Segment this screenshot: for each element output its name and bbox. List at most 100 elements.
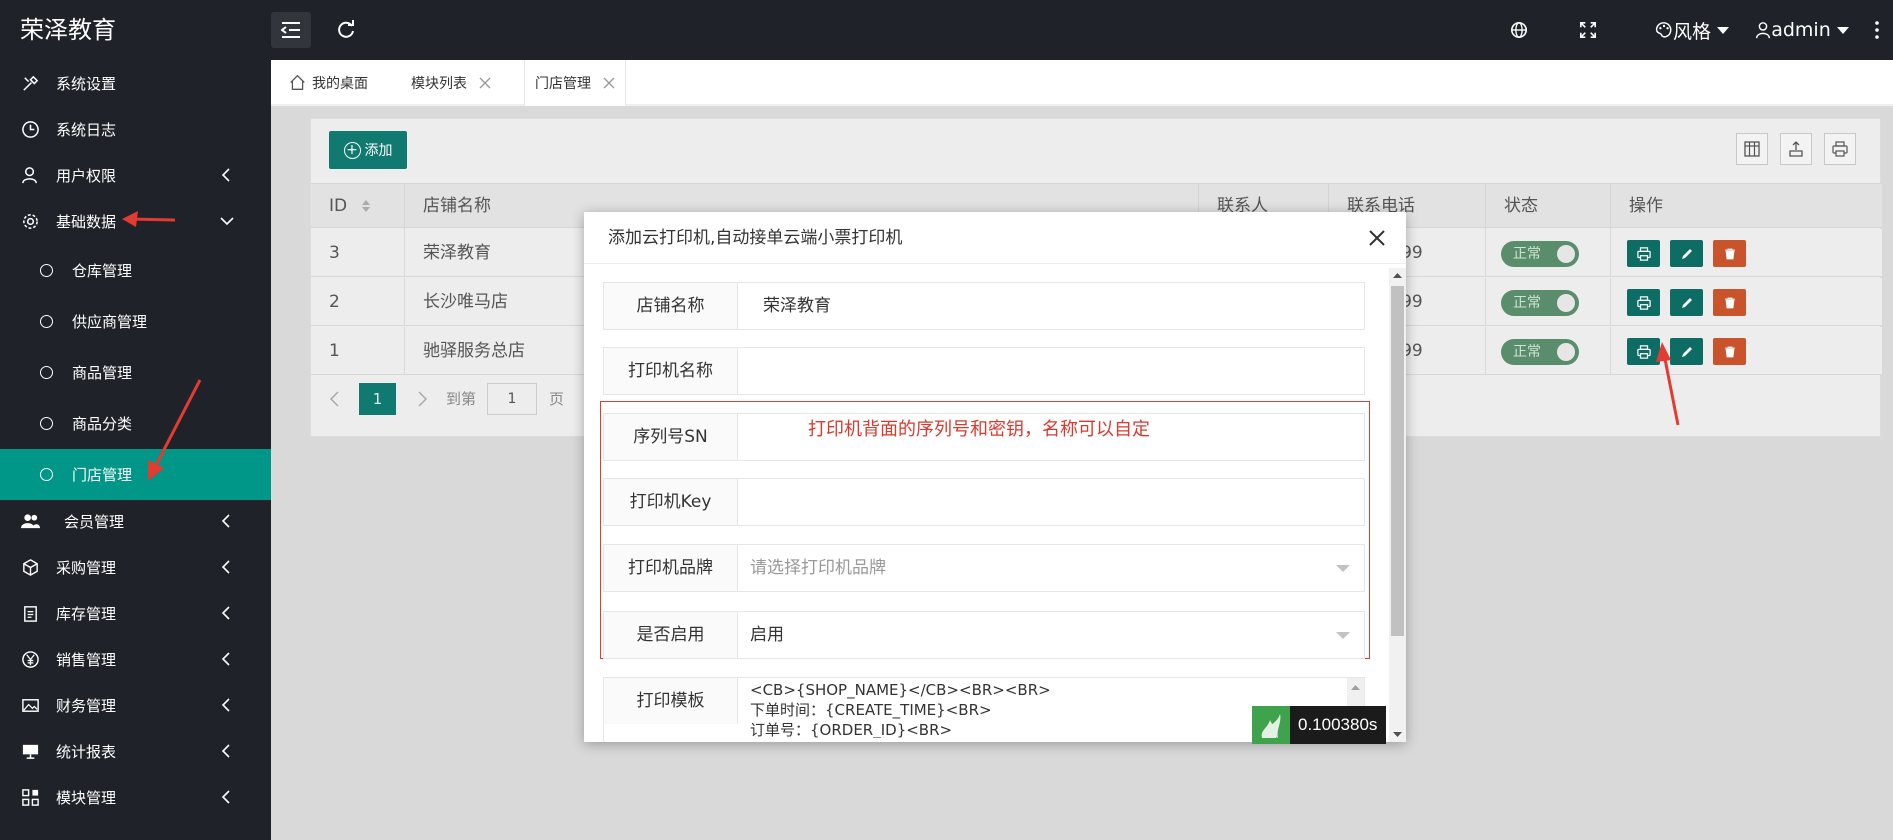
row-edit-button[interactable]	[1670, 289, 1703, 316]
sidebar-item-system-settings[interactable]: 系统设置	[0, 60, 271, 106]
trash-icon	[1724, 248, 1735, 259]
flame-logo-icon	[1252, 706, 1290, 744]
status-toggle[interactable]: 正常	[1501, 290, 1579, 316]
goto-page-input[interactable]: 1	[487, 383, 537, 415]
row-delete-button[interactable]	[1713, 289, 1746, 316]
columns-filter-button[interactable]	[1736, 133, 1768, 165]
row-print-button[interactable]	[1627, 289, 1660, 316]
form-row-shop-name: 店铺名称 荣泽教育	[603, 282, 1365, 330]
close-icon[interactable]	[479, 77, 491, 89]
add-button[interactable]: + 添加	[329, 131, 407, 169]
enable-label: 是否启用	[604, 612, 738, 658]
sidebar-item-purchase[interactable]: 采购管理	[0, 544, 271, 590]
chevron-left-icon	[221, 744, 230, 758]
fullscreen-button[interactable]	[1575, 12, 1601, 48]
template-label: 打印模板	[604, 678, 738, 724]
printer-icon	[1832, 141, 1848, 157]
tab-store-management[interactable]: 门店管理	[524, 60, 626, 106]
col-id[interactable]: ID	[311, 184, 405, 229]
row-delete-button[interactable]	[1713, 338, 1746, 365]
menu-toggle-button[interactable]	[271, 12, 311, 48]
sidebar-subitem-label: 商品管理	[72, 364, 133, 382]
sidebar-subitem-supplier[interactable]: 供应商管理	[0, 296, 271, 347]
chevron-left-icon	[221, 698, 230, 712]
row-edit-button[interactable]	[1670, 240, 1703, 267]
more-button[interactable]	[1867, 12, 1887, 48]
scroll-up-icon[interactable]	[1347, 681, 1364, 693]
sidebar-item-label: 基础数据	[56, 212, 117, 231]
page-current[interactable]: 1	[359, 383, 396, 415]
col-status: 状态	[1486, 184, 1611, 229]
chevron-down-icon	[220, 217, 234, 226]
sort-icon[interactable]	[361, 199, 371, 213]
sidebar-item-label: 会员管理	[64, 512, 125, 531]
sidebar-item-inventory[interactable]: 库存管理	[0, 590, 271, 636]
sidebar-item-label: 模块管理	[56, 788, 117, 807]
sidebar-subitem-store[interactable]: 门店管理	[0, 449, 271, 500]
printer-name-input[interactable]	[738, 348, 1364, 394]
theme-menu[interactable]: 风格	[1647, 12, 1737, 48]
user-name: admin	[1771, 19, 1831, 41]
plus-icon: +	[343, 141, 361, 159]
refresh-button[interactable]	[333, 12, 359, 48]
menu-fold-icon	[281, 22, 300, 38]
row-print-button[interactable]	[1627, 240, 1660, 267]
circle-icon	[40, 468, 53, 481]
chevron-left-icon	[221, 652, 230, 666]
user-menu[interactable]: admin	[1754, 12, 1850, 48]
caret-down-icon	[1836, 26, 1849, 34]
enable-select[interactable]: 启用	[738, 612, 1364, 658]
scroll-up-icon[interactable]	[1389, 268, 1406, 282]
columns-icon	[1744, 141, 1760, 157]
sidebar-subitem-warehouse[interactable]: 仓库管理	[0, 245, 271, 296]
sidebar-item-label: 销售管理	[56, 650, 117, 669]
sidebar-subitem-label: 门店管理	[72, 466, 133, 484]
sidebar-item-sales[interactable]: 销售管理	[0, 636, 271, 682]
row-edit-button[interactable]	[1670, 338, 1703, 365]
more-vertical-icon	[1875, 21, 1879, 39]
add-button-label: 添加	[364, 143, 393, 159]
sidebar-subitem-goods-category[interactable]: 商品分类	[0, 398, 271, 449]
tab-module-list[interactable]: 模块列表	[401, 60, 501, 105]
image-icon	[20, 695, 40, 715]
sidebar-item-members[interactable]: 会员管理	[0, 498, 271, 544]
debug-timer-badge: 0.100380s	[1252, 706, 1386, 744]
status-toggle[interactable]: 正常	[1501, 241, 1579, 267]
home-icon	[290, 74, 305, 90]
row-print-button[interactable]	[1627, 338, 1660, 365]
theme-label: 风格	[1672, 20, 1711, 43]
language-button[interactable]	[1506, 12, 1532, 48]
sidebar-item-finance[interactable]: 财务管理	[0, 682, 271, 728]
tab-label: 门店管理	[535, 76, 591, 92]
sidebar-item-reports[interactable]: 统计报表	[0, 728, 271, 774]
print-button[interactable]	[1824, 133, 1856, 165]
close-icon[interactable]	[603, 77, 615, 89]
sidebar-subitem-goods[interactable]: 商品管理	[0, 347, 271, 398]
brand-logo: 荣泽教育	[20, 16, 116, 44]
chevron-right-icon[interactable]	[416, 391, 428, 407]
close-icon[interactable]	[1368, 229, 1386, 247]
export-button[interactable]	[1780, 133, 1812, 165]
scrollbar-thumb[interactable]	[1391, 286, 1404, 636]
circle-icon	[40, 264, 53, 277]
refresh-icon	[338, 20, 354, 38]
sidebar-subitem-label: 商品分类	[72, 415, 133, 433]
sidebar-item-system-log[interactable]: 系统日志	[0, 106, 271, 152]
gear-icon	[20, 211, 40, 231]
cell-status: 正常	[1486, 229, 1611, 277]
tab-desktop[interactable]: 我的桌面	[279, 60, 378, 105]
tools-icon	[20, 73, 40, 93]
status-toggle[interactable]: 正常	[1501, 339, 1579, 365]
sidebar-item-modules[interactable]: 模块管理	[0, 774, 271, 820]
row-delete-button[interactable]	[1713, 240, 1746, 267]
printer-icon	[1636, 295, 1651, 310]
sidebar-item-user-permissions[interactable]: 用户权限	[0, 152, 271, 198]
chevron-left-icon[interactable]	[329, 391, 341, 407]
printer-icon	[1636, 246, 1651, 261]
dialog-scrollbar[interactable]	[1389, 268, 1406, 742]
form-row-template: 打印模板 <CB>{SHOP_NAME}</CB><BR><BR> 下单时间：{…	[603, 677, 1365, 742]
pencil-icon	[1681, 248, 1692, 259]
scroll-down-icon[interactable]	[1389, 728, 1406, 742]
yen-icon	[20, 649, 40, 669]
sidebar-item-basic-data[interactable]: 基础数据	[0, 198, 271, 244]
